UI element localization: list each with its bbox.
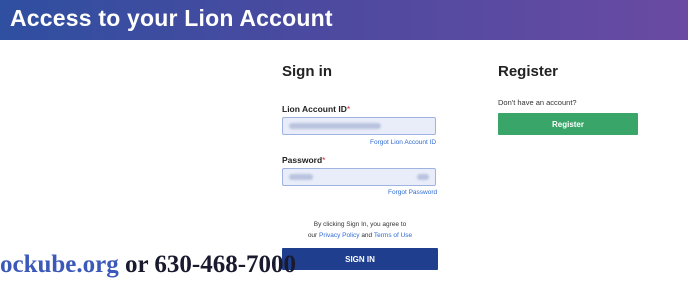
forgot-password-link[interactable]: Forgot Password xyxy=(388,189,437,196)
register-title: Register xyxy=(498,63,559,80)
agreement-line-2: our Privacy Policy and Terms of Use xyxy=(282,230,438,241)
terms-of-use-link[interactable]: Terms of Use xyxy=(374,232,412,239)
agreement-our: our xyxy=(307,232,318,239)
password-label: Password* xyxy=(282,155,325,165)
agreement-and: and xyxy=(361,232,373,239)
required-asterisk-icon: * xyxy=(322,155,326,165)
agreement-text: By clicking Sign In, you agree to our Pr… xyxy=(282,219,438,241)
register-prompt: Don't have an account? xyxy=(498,98,577,107)
page-banner: Access to your Lion Account xyxy=(0,0,688,40)
forgot-account-id-link[interactable]: Forgot Lion Account ID xyxy=(370,139,436,146)
account-id-label-text: Lion Account ID xyxy=(282,104,347,114)
privacy-policy-link[interactable]: Privacy Policy xyxy=(319,232,359,239)
obscured-value xyxy=(417,174,429,180)
signin-title: Sign in xyxy=(282,63,332,80)
phone-text: or 630-468-7000 xyxy=(118,251,297,278)
page-title: Access to your Lion Account xyxy=(10,5,333,31)
obscured-value xyxy=(289,174,313,180)
account-id-input[interactable] xyxy=(282,117,436,135)
agreement-line-1: By clicking Sign In, you agree to xyxy=(313,221,407,228)
register-button[interactable]: Register xyxy=(498,113,638,135)
website-text: ockube.org xyxy=(0,251,119,278)
account-id-label: Lion Account ID* xyxy=(282,104,350,114)
sign-in-button[interactable]: SIGN IN xyxy=(282,248,438,270)
obscured-value xyxy=(289,123,381,129)
password-input[interactable] xyxy=(282,168,436,186)
contact-overlay-text: ockube.org or 630-468-7000 xyxy=(0,251,296,281)
login-card xyxy=(0,40,688,280)
password-label-text: Password xyxy=(282,155,323,165)
required-asterisk-icon: * xyxy=(346,104,351,114)
